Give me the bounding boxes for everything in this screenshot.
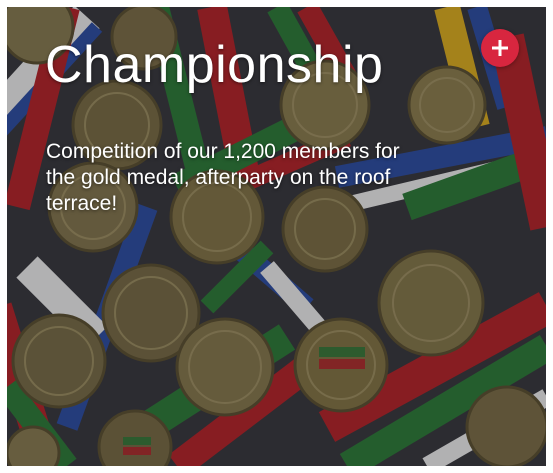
add-button[interactable] xyxy=(481,29,519,67)
card-description: Competition of our 1,200 members for the… xyxy=(46,140,400,215)
championship-card[interactable]: Championship Competition of our 1,200 me… xyxy=(7,7,546,466)
plus-icon xyxy=(492,40,508,56)
card-title: Championship xyxy=(45,36,384,94)
